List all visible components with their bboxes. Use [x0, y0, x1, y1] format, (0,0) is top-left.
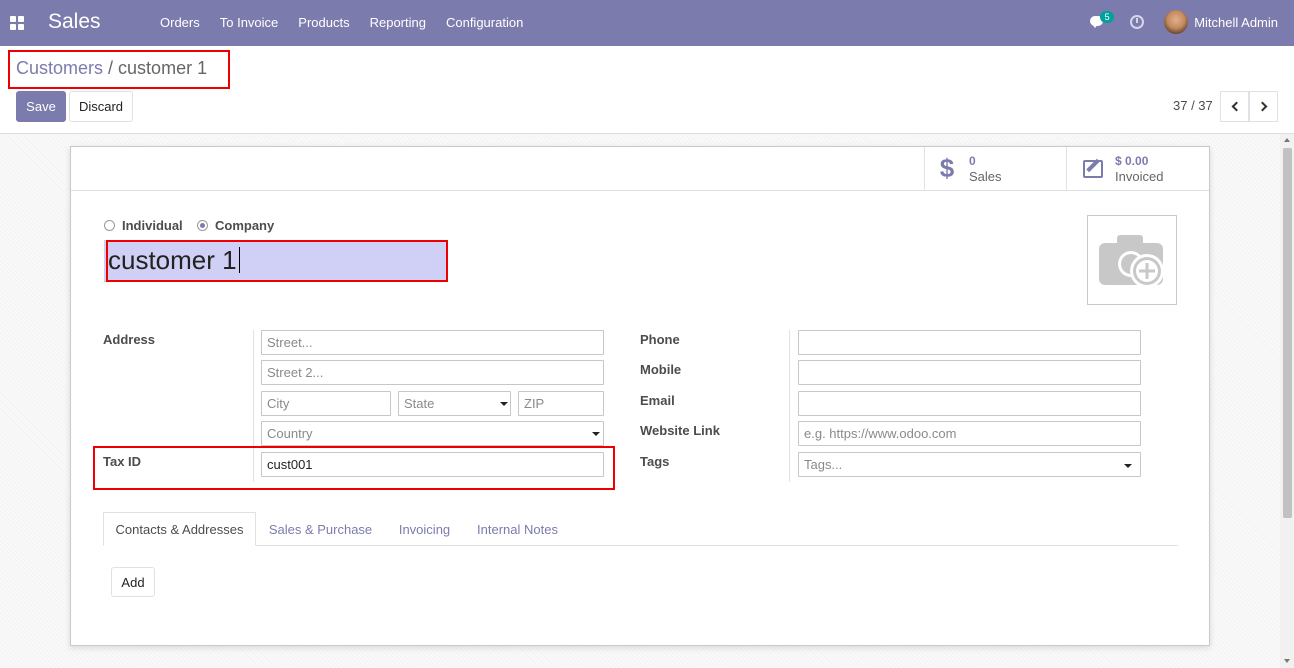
- vertical-scrollbar[interactable]: [1280, 134, 1294, 668]
- menu-item-to-invoice[interactable]: To Invoice: [220, 15, 279, 30]
- phone-input[interactable]: [798, 330, 1141, 355]
- sales-count: 0: [969, 153, 976, 168]
- pager-value: 37 / 37: [1173, 98, 1213, 113]
- tags-dropdown-arrow-icon[interactable]: [1124, 464, 1132, 468]
- website-input[interactable]: [798, 421, 1141, 446]
- radio-company-circle[interactable]: [197, 220, 208, 231]
- message-count-badge: 5: [1100, 11, 1115, 23]
- chevron-left-icon: [1231, 101, 1241, 112]
- tab-internal-notes[interactable]: Internal Notes: [470, 512, 565, 546]
- menu-item-configuration[interactable]: Configuration: [446, 15, 523, 30]
- email-input[interactable]: [798, 391, 1141, 416]
- country-dropdown-arrow-icon[interactable]: [592, 432, 600, 436]
- state-select[interactable]: [398, 391, 511, 416]
- tab-contacts-addresses[interactable]: Contacts & Addresses: [103, 512, 256, 546]
- website-label: Website Link: [640, 423, 720, 438]
- radio-company-label: Company: [215, 218, 275, 233]
- sales-label: Sales: [969, 168, 1002, 184]
- tab-invoicing[interactable]: Invoicing: [391, 512, 458, 546]
- name-highlight-box: [106, 240, 448, 282]
- invoiced-stat-button[interactable]: $ 0.00 Invoiced: [1066, 147, 1209, 190]
- radio-company[interactable]: Company: [197, 218, 274, 233]
- user-avatar[interactable]: [1164, 10, 1189, 34]
- invoiced-label: Invoiced: [1115, 168, 1164, 184]
- radio-individual-circle[interactable]: [104, 220, 115, 231]
- state-dropdown-arrow-icon[interactable]: [500, 402, 508, 406]
- invoiced-amount: $ 0.00: [1115, 153, 1149, 168]
- messaging-icon[interactable]: 5: [1090, 11, 1115, 30]
- radio-individual[interactable]: Individual: [104, 218, 183, 233]
- sales-stat-button[interactable]: $ 0 Sales: [924, 147, 1066, 190]
- country-select[interactable]: [261, 421, 604, 446]
- scroll-up-arrow-icon[interactable]: [1284, 138, 1290, 142]
- phone-label: Phone: [640, 332, 680, 347]
- menu-item-orders[interactable]: Orders: [160, 15, 200, 30]
- user-name[interactable]: Mitchell Admin: [1194, 15, 1278, 30]
- systray: 5 Mitchell Admin: [1090, 10, 1278, 34]
- tax-id-highlight-box: [93, 446, 615, 490]
- app-name[interactable]: Sales: [48, 10, 101, 34]
- mobile-label: Mobile: [640, 362, 682, 377]
- apps-menu-icon[interactable]: [10, 16, 24, 30]
- save-button[interactable]: Save: [16, 91, 66, 122]
- smart-button-box: $ 0 Sales $ 0.00 Invoiced: [71, 147, 1209, 191]
- tags-input[interactable]: [798, 452, 1141, 477]
- city-input[interactable]: [261, 391, 391, 416]
- right-group-divider: [789, 330, 790, 482]
- top-navbar: Sales Orders To Invoice Products Reporti…: [0, 0, 1294, 46]
- camera-add-icon: [1099, 235, 1164, 288]
- pager-next-button[interactable]: [1249, 91, 1278, 122]
- street2-input[interactable]: [261, 360, 604, 385]
- scrollbar-thumb[interactable]: [1283, 148, 1292, 518]
- dollar-icon: $: [939, 153, 955, 183]
- tags-label: Tags: [640, 454, 670, 469]
- menu-item-reporting[interactable]: Reporting: [370, 15, 426, 30]
- street-input[interactable]: [261, 330, 604, 355]
- mobile-input[interactable]: [798, 360, 1141, 385]
- tab-sales-purchase[interactable]: Sales & Purchase: [263, 512, 378, 546]
- radio-individual-label: Individual: [122, 218, 183, 233]
- edit-icon: [1083, 159, 1103, 178]
- chevron-right-icon: [1257, 101, 1267, 112]
- notebook-tabs: Contacts & Addresses Sales & Purchase In…: [103, 512, 1178, 546]
- form-view-content: $ 0 Sales $ 0.00 Invoiced Individual Com…: [0, 133, 1294, 668]
- main-menu: Orders To Invoice Products Reporting Con…: [160, 15, 523, 30]
- scroll-down-arrow-icon[interactable]: [1284, 659, 1290, 663]
- form-sheet: $ 0 Sales $ 0.00 Invoiced Individual Com…: [70, 146, 1210, 646]
- activity-clock-icon[interactable]: [1130, 15, 1145, 29]
- email-label: Email: [640, 393, 675, 408]
- breadcrumb-highlight-box: [8, 50, 230, 89]
- menu-item-products[interactable]: Products: [298, 15, 349, 30]
- add-contact-button[interactable]: Add: [111, 567, 155, 597]
- zip-input[interactable]: [518, 391, 604, 416]
- discard-button[interactable]: Discard: [69, 91, 133, 122]
- partner-image-upload[interactable]: [1087, 215, 1177, 305]
- pager-previous-button[interactable]: [1220, 91, 1249, 122]
- address-label: Address: [103, 332, 156, 347]
